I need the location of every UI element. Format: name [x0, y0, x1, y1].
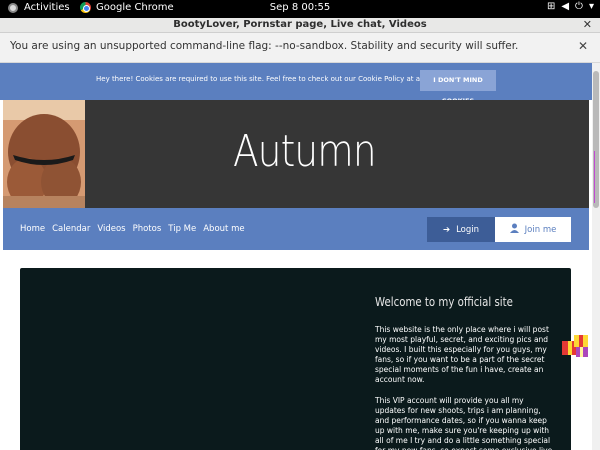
- gift-icon[interactable]: [562, 331, 592, 361]
- side-accent-line: [594, 151, 595, 203]
- login-icon: ➔: [442, 224, 451, 235]
- clock[interactable]: Sep 8 00:55: [0, 2, 600, 13]
- nav-links: Home Calendar Videos Photos Tip Me About…: [20, 224, 245, 234]
- join-button[interactable]: Join me: [495, 217, 571, 242]
- nav-item-home[interactable]: Home: [20, 224, 45, 234]
- profile-photo-image: [3, 100, 85, 208]
- welcome-paragraph-2: This VIP account will provide you all my…: [375, 396, 552, 450]
- cookie-text: Hey there! Cookies are required to use t…: [96, 75, 449, 83]
- profile-name: Autumn: [233, 126, 377, 177]
- profile-header: Autumn: [3, 100, 589, 208]
- welcome-paragraph-1: This website is the only place where i w…: [375, 325, 549, 384]
- window-titlebar: BootyLover, Pornstar page, Live chat, Vi…: [0, 18, 600, 33]
- infobar-close-icon[interactable]: ✕: [578, 39, 588, 53]
- welcome-heading: Welcome to my official site: [375, 295, 513, 309]
- nav-item-about-me[interactable]: About me: [203, 224, 244, 234]
- volume-icon: ◀: [561, 1, 570, 12]
- browser-infobar: You are using an unsupported command-lin…: [0, 33, 600, 63]
- accept-cookies-button[interactable]: I DON'T MIND COOKIES: [420, 70, 496, 105]
- welcome-panel: Welcome to my official site This website…: [20, 268, 571, 450]
- login-button[interactable]: ➔ Login: [427, 217, 495, 242]
- nav-item-videos[interactable]: Videos: [97, 224, 125, 234]
- system-tray[interactable]: ⊞ ◀ ⏻ ▾: [547, 1, 594, 12]
- system-top-bar: Activities Google Chrome Sep 8 00:55 ⊞ ◀…: [0, 0, 600, 18]
- web-page: Hey there! Cookies are required to use t…: [0, 63, 600, 450]
- window-title: BootyLover, Pornstar page, Live chat, Vi…: [173, 19, 427, 30]
- profile-photo[interactable]: [3, 100, 85, 208]
- network-icon: ⊞: [546, 1, 556, 12]
- infobar-message: You are using an unsupported command-lin…: [10, 40, 519, 52]
- user-icon: [509, 223, 519, 236]
- power-icon: ⏻: [575, 1, 583, 12]
- window-close-button[interactable]: ✕: [583, 18, 592, 31]
- cookie-banner: Hey there! Cookies are required to use t…: [0, 63, 592, 105]
- chevron-down-icon: ▾: [588, 1, 594, 12]
- join-label: Join me: [524, 224, 557, 235]
- login-label: Login: [456, 224, 480, 235]
- nav-item-photos[interactable]: Photos: [133, 224, 162, 234]
- nav-item-calendar[interactable]: Calendar: [52, 224, 90, 234]
- nav-item-tip-me[interactable]: Tip Me: [168, 224, 196, 234]
- main-navigation: Home Calendar Videos Photos Tip Me About…: [3, 208, 589, 250]
- page-scrollbar[interactable]: [592, 63, 600, 450]
